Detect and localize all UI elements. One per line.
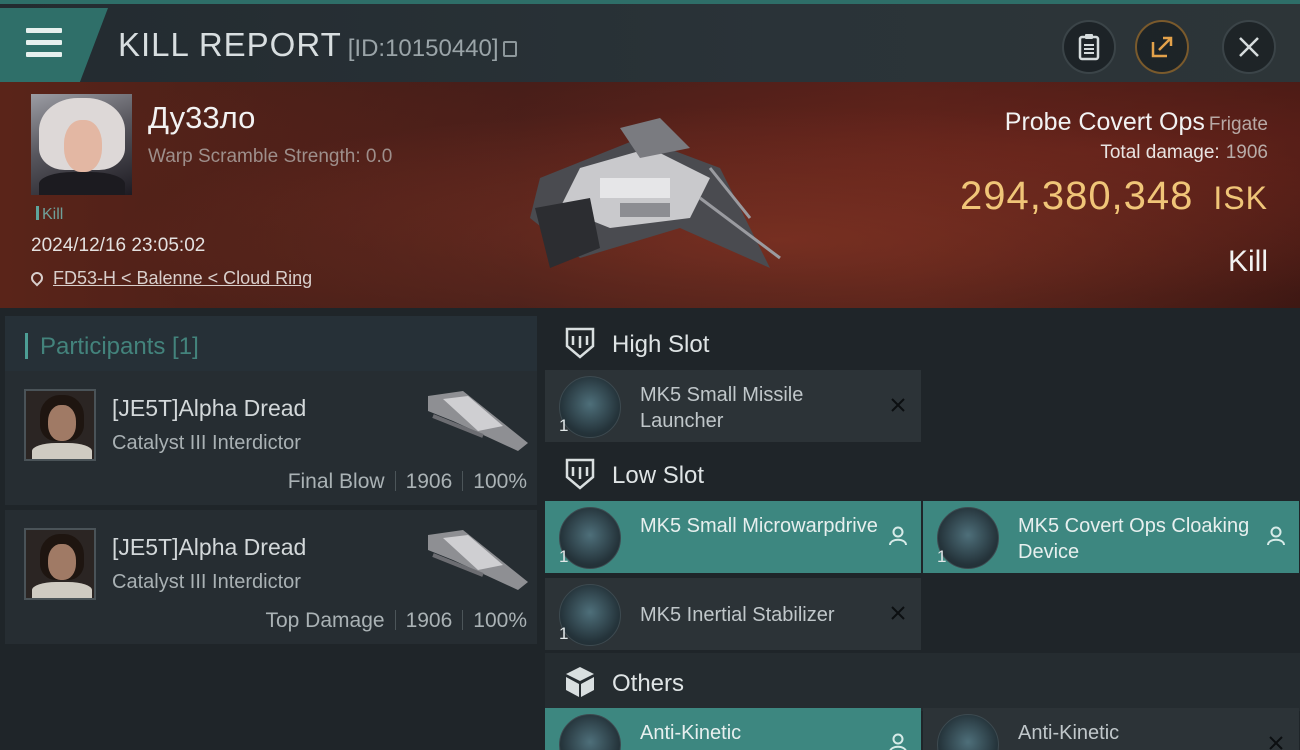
- close-button[interactable]: [1222, 20, 1276, 74]
- destroyed-icon: [887, 394, 909, 416]
- kill-result: Kill: [1227, 245, 1268, 278]
- participant-name: [JE5T]Alpha Dread: [112, 395, 307, 421]
- isk-value: 294,380,348 ISK: [960, 174, 1268, 219]
- module-item[interactable]: 1 MK5 Covert Ops Cloaking Device: [923, 501, 1299, 573]
- kill-datetime: 2024/12/16 23:05:02: [31, 235, 206, 256]
- anti-kinetic-icon: [559, 714, 621, 750]
- low-slot-icon: [563, 457, 597, 491]
- module-quantity: 1: [559, 624, 569, 643]
- warp-scramble-strength: Warp Scramble Strength: 0.0: [148, 146, 393, 167]
- share-icon: [1151, 36, 1173, 58]
- module-name: MK5 Inertial Stabilizer: [640, 604, 835, 626]
- participant-stats: Final Blow 1906 100%: [288, 470, 527, 494]
- participant-ship: Catalyst III Interdictor: [112, 571, 301, 593]
- module-name: Anti-Kinetic: [640, 722, 742, 744]
- low-slot-label: Low Slot: [612, 462, 705, 489]
- anti-kinetic-icon: [937, 714, 999, 750]
- participant-role: Top Damage: [265, 609, 385, 632]
- ship-name: Probe Covert Ops: [1004, 108, 1205, 136]
- participant-ship: Catalyst III Interdictor: [112, 432, 301, 454]
- victim-summary: Ду33ло Warp Scramble Strength: 0.0 Kill …: [0, 82, 1300, 308]
- total-damage-label: Total damage:: [1100, 142, 1220, 163]
- clipboard-icon: [1078, 34, 1100, 61]
- participants-label: Participants [1]: [40, 333, 199, 360]
- participants-header: Participants [1]: [5, 316, 537, 374]
- module-quantity: 1: [559, 547, 569, 566]
- location-link[interactable]: FD53-H < Balenne < Cloud Ring: [53, 268, 312, 288]
- close-icon: [1239, 37, 1259, 57]
- isk-unit: ISK: [1213, 180, 1268, 216]
- dropped-person-icon: [887, 732, 909, 750]
- share-button[interactable]: [1135, 20, 1189, 74]
- participant-card[interactable]: [JE5T]Alpha Dread Catalyst III Interdict…: [5, 371, 537, 505]
- participant-role: Final Blow: [287, 470, 385, 493]
- participant-avatar[interactable]: [24, 528, 96, 600]
- menu-button[interactable]: [0, 8, 108, 82]
- cube-icon: [563, 665, 597, 699]
- kill-tag: Kill: [36, 206, 63, 224]
- participant-card[interactable]: [JE5T]Alpha Dread Catalyst III Interdict…: [5, 510, 537, 644]
- total-damage: Total damage: 1906: [1100, 142, 1268, 164]
- participant-percent: 100%: [473, 609, 527, 632]
- high-slot-icon: [563, 326, 597, 360]
- module-quantity: 1: [559, 416, 569, 435]
- participant-damage: 1906: [405, 470, 453, 493]
- title-text: KILL REPORT: [118, 26, 342, 63]
- top-bar: KILL REPORT [ID:10150440]: [0, 0, 1300, 82]
- kill-location[interactable]: FD53-H < Balenne < Cloud Ring: [28, 268, 312, 289]
- location-pin-icon: [28, 269, 46, 287]
- module-name: MK5 Covert Ops Cloaking Device: [1018, 515, 1250, 563]
- clipboard-button[interactable]: [1062, 20, 1116, 74]
- destroyed-icon: [1265, 732, 1287, 750]
- report-id: [ID:10150440]: [347, 35, 499, 62]
- module-item[interactable]: Anti-Kinetic: [923, 708, 1299, 750]
- victim-avatar[interactable]: [31, 94, 132, 195]
- participant-ship-image: [428, 391, 528, 451]
- victim-name[interactable]: Ду33ло: [148, 100, 255, 136]
- module-name: Anti-Kinetic: [1018, 722, 1120, 744]
- module-item[interactable]: 1 MK5 Inertial Stabilizer: [545, 578, 921, 650]
- dropped-person-icon: [887, 525, 909, 547]
- ship-class: Frigate: [1208, 114, 1268, 135]
- module-quantity: 1: [937, 547, 947, 566]
- participant-avatar[interactable]: [24, 389, 96, 461]
- page-title: KILL REPORT [ID:10150440]: [118, 26, 517, 64]
- participant-stats: Top Damage 1906 100%: [265, 609, 527, 633]
- participant-ship-image: [428, 530, 528, 590]
- participants-panel: Participants [1] [JE5T]Alpha Dread Catal…: [0, 308, 541, 750]
- destroyed-icon: [887, 602, 909, 624]
- low-slot-header: Low Slot: [545, 445, 1300, 503]
- hamburger-icon: [26, 28, 62, 64]
- high-slot-header: High Slot: [545, 314, 1300, 372]
- dropped-person-icon: [1265, 525, 1287, 547]
- participant-damage: 1906: [405, 609, 453, 632]
- module-name: MK5 Small Microwarpdrive: [640, 515, 878, 537]
- participant-name: [JE5T]Alpha Dread: [112, 534, 307, 560]
- participant-percent: 100%: [473, 470, 527, 493]
- module-item[interactable]: 1 MK5 Small Missile Launcher: [545, 370, 921, 442]
- victim-ship[interactable]: Probe Covert Ops Frigate: [1005, 108, 1268, 137]
- high-slot-label: High Slot: [612, 331, 710, 358]
- module-item[interactable]: Anti-Kinetic: [545, 708, 921, 750]
- victim-ship-image: [530, 118, 781, 268]
- module-name: MK5 Small Missile Launcher: [640, 384, 804, 432]
- fitting-panel: High Slot 1 MK5 Small Missile Launcher L…: [541, 308, 1300, 750]
- copy-icon[interactable]: [502, 41, 517, 57]
- others-header: Others: [545, 653, 1300, 711]
- total-damage-value: 1906: [1225, 142, 1268, 163]
- module-item[interactable]: 1 MK5 Small Microwarpdrive: [545, 501, 921, 573]
- others-label: Others: [612, 670, 685, 697]
- isk-amount: 294,380,348: [959, 174, 1194, 218]
